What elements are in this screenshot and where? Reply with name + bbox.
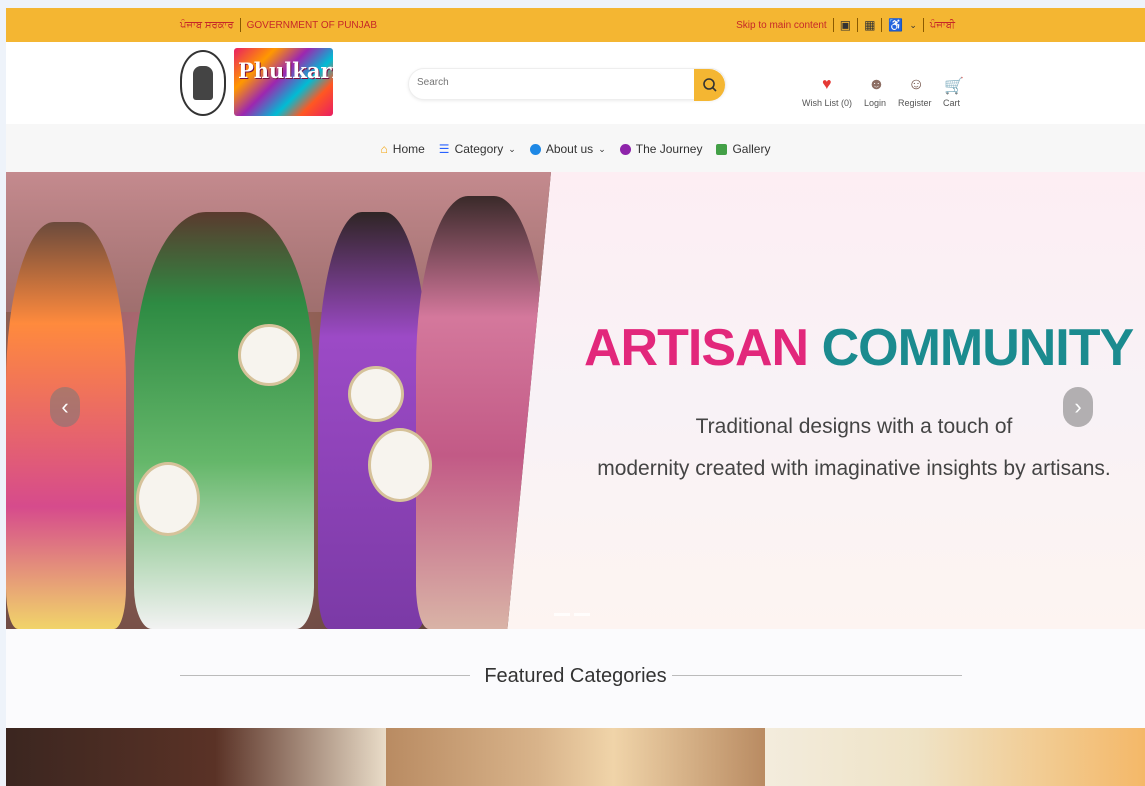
nav-home-label: Home xyxy=(392,142,425,156)
divider xyxy=(239,18,241,32)
search-button[interactable] xyxy=(694,69,725,101)
site-header: Phulkari ♥ Wish List (0) ☻ Login ☺ Regis… xyxy=(6,42,1145,124)
language-toggle[interactable]: ਪੰਜਾਬੀ xyxy=(930,20,955,31)
accessibility-icon[interactable]: ♿ xyxy=(888,18,903,32)
nav-home[interactable]: ⌂ Home xyxy=(381,142,425,156)
search-input[interactable] xyxy=(417,77,677,88)
govt-punjabi-link[interactable]: ਪੰਜਾਬ ਸਰਕਾਰ xyxy=(180,20,234,31)
nav-gallery[interactable]: Gallery xyxy=(716,142,770,156)
hero-slider: ARTISAN COMMUNITY Traditional designs wi… xyxy=(6,172,1145,629)
divider xyxy=(857,18,859,32)
nav-the-journey[interactable]: The Journey xyxy=(619,142,703,156)
info-icon xyxy=(529,143,541,155)
nav-about-label: About us xyxy=(545,142,594,156)
category-cards xyxy=(6,728,1145,786)
chevron-right-icon: › xyxy=(1074,394,1082,419)
gallery-icon xyxy=(716,143,728,155)
hero-headline: ARTISAN COMMUNITY xyxy=(584,318,1135,378)
nav-category[interactable]: ☰ Category ⌄ xyxy=(439,142,516,156)
main-nav: ⌂ Home ☰ Category ⌄ About us ⌄ The Journ… xyxy=(6,124,1145,174)
location-icon xyxy=(619,143,631,155)
slider-next-button[interactable]: › xyxy=(1063,387,1093,427)
embroidery-hoop xyxy=(368,428,432,502)
login-label: Login xyxy=(864,98,887,108)
wishlist-label: Wish List (0) xyxy=(802,98,853,108)
category-card[interactable] xyxy=(765,728,1145,786)
embroidery-hoop xyxy=(136,462,200,536)
hero-subtext: Traditional designs with a touch of mode… xyxy=(584,406,1124,490)
slider-prev-button[interactable]: ‹ xyxy=(50,387,80,427)
nav-gallery-label: Gallery xyxy=(732,142,771,156)
govt-branding: ਪੰਜਾਬ ਸਰਕਾਰ GOVERNMENT OF PUNJAB xyxy=(180,18,377,32)
emblem-icon xyxy=(193,66,213,100)
home-icon: ⌂ xyxy=(380,142,388,156)
accessibility-tools: Skip to main content ▣ ▦ ♿ ⌄ ਪੰਜਾਬੀ xyxy=(736,18,955,32)
embroidery-hoop xyxy=(348,366,404,422)
skip-to-content-link[interactable]: Skip to main content xyxy=(736,20,827,31)
nav-about-us[interactable]: About us ⌄ xyxy=(529,142,606,156)
login-button[interactable]: ☻ Login xyxy=(864,76,887,108)
register-button[interactable]: ☺ Register xyxy=(898,76,932,108)
category-card[interactable] xyxy=(6,728,386,786)
featured-categories-section: Featured Categories xyxy=(6,629,1145,728)
slider-indicators xyxy=(554,613,590,616)
chevron-down-icon[interactable]: ⌄ xyxy=(909,20,917,31)
top-strip: ਪੰਜਾਬ ਸਰਕਾਰ GOVERNMENT OF PUNJAB Skip to… xyxy=(6,8,1145,42)
headline-community: COMMUNITY xyxy=(821,319,1135,377)
cart-icon: 🛒 xyxy=(944,78,964,95)
artisan-figure xyxy=(416,196,546,629)
menu-icon: ☰ xyxy=(438,142,450,156)
hero-subtext-line-1: Traditional designs with a touch of xyxy=(695,415,1013,438)
screen-reader-icon[interactable]: ▣ xyxy=(840,18,851,32)
headline-artisan: ARTISAN xyxy=(584,319,809,377)
section-title: Featured Categories xyxy=(484,665,667,687)
nav-category-label: Category xyxy=(454,142,504,156)
category-card[interactable] xyxy=(385,728,766,786)
nav-journey-label: The Journey xyxy=(635,142,703,156)
sitemap-icon[interactable]: ▦ xyxy=(864,18,875,32)
phulkari-logo[interactable]: Phulkari xyxy=(234,48,333,116)
embroidery-hoop xyxy=(238,324,300,386)
cart-button[interactable]: 🛒 Cart xyxy=(943,78,964,108)
divider-right xyxy=(672,675,962,676)
divider xyxy=(922,18,924,32)
user-icon: ☻ xyxy=(868,76,885,93)
search-bar xyxy=(408,68,726,101)
search-icon xyxy=(702,78,717,92)
heart-icon: ♥ xyxy=(822,76,832,93)
divider xyxy=(881,18,883,32)
page: ਪੰਜਾਬ ਸਰਕਾਰ GOVERNMENT OF PUNJAB Skip to… xyxy=(6,8,1145,786)
hero-subtext-line-2: modernity created with imaginative insig… xyxy=(597,457,1111,480)
govt-english-link[interactable]: GOVERNMENT OF PUNJAB xyxy=(247,20,377,31)
chevron-down-icon: ⌄ xyxy=(508,143,516,154)
chevron-left-icon: ‹ xyxy=(61,394,69,419)
artisan-figure xyxy=(134,212,314,629)
hero-photo-artisans xyxy=(6,172,551,629)
slide-dot[interactable] xyxy=(554,613,570,616)
chevron-down-icon: ⌄ xyxy=(598,143,606,154)
divider xyxy=(832,18,834,32)
slide-dot[interactable] xyxy=(574,613,590,616)
cart-label: Cart xyxy=(943,98,961,108)
logo-text: Phulkari xyxy=(238,58,333,83)
wishlist-button[interactable]: ♥ Wish List (0) xyxy=(802,76,853,108)
register-user-icon: ☺ xyxy=(908,76,925,93)
state-emblem-logo[interactable] xyxy=(180,50,226,116)
register-label: Register xyxy=(898,98,932,108)
